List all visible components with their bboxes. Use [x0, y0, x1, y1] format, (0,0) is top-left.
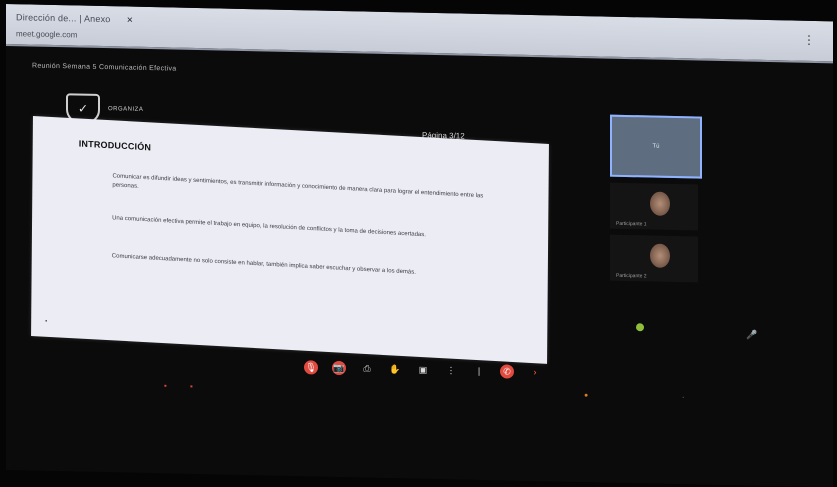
participants-panel: Tú Participante 1 Participante 2: [610, 114, 714, 283]
slide-corner-mark: •: [45, 318, 48, 325]
present-button[interactable]: ▣: [416, 363, 430, 377]
tab-row: Dirección de... | Anexo ✕: [16, 10, 133, 26]
browser-tab[interactable]: Dirección de... | Anexo: [16, 12, 111, 24]
browser-menu-icon[interactable]: ⋮: [803, 33, 815, 47]
left-indicator-icon: ▪: [190, 381, 193, 391]
raise-hand-button[interactable]: ✋: [388, 362, 402, 376]
left-indicator-icon: ▪: [164, 381, 167, 391]
participant-video: [650, 191, 670, 216]
toolbar-divider: |: [477, 365, 481, 376]
more-options-button[interactable]: ⋮: [444, 363, 458, 377]
camera-toggle-button[interactable]: 📷: [332, 360, 346, 376]
end-call-button[interactable]: ✆: [500, 364, 514, 379]
logo-glyph: ✓: [77, 101, 89, 116]
meeting-title: Reunión Semana 5 Comunicación Efectiva: [32, 62, 177, 73]
captions-button[interactable]: ⎙: [360, 361, 374, 375]
participant-tile[interactable]: Participante 2: [610, 234, 698, 283]
self-view-tile[interactable]: Tú: [610, 114, 702, 179]
mic-toggle-button[interactable]: 🎙: [304, 360, 318, 375]
mic-status-icon: 🎤: [746, 329, 758, 340]
slide-paragraph: Comunicarse adecuadamente no solo consis…: [111, 253, 416, 276]
participant-video: [650, 243, 670, 268]
url-text[interactable]: meet.google.com: [16, 29, 77, 39]
close-tab-icon[interactable]: ✕: [127, 15, 134, 24]
slide-title: INTRODUCCIÓN: [78, 138, 152, 153]
recording-indicator-icon: ●: [584, 392, 589, 400]
participant-name: Participante 1: [616, 220, 647, 228]
info-dot-icon: ·: [682, 394, 685, 402]
slide-paragraph: Una comunicación efectiva permite el tra…: [112, 215, 426, 239]
logo-text: ORGANIZA: [108, 106, 144, 113]
monitor-screen: Dirección de... | Anexo ✕ meet.google.co…: [6, 4, 833, 487]
status-indicator-icon: [636, 323, 644, 332]
participant-tile[interactable]: Participante 1: [610, 182, 698, 231]
chevron-right-icon[interactable]: ›: [528, 365, 542, 379]
address-bar[interactable]: meet.google.com: [16, 26, 77, 41]
self-label: Tú: [652, 143, 660, 150]
browser-bar: Dirección de... | Anexo ✕ meet.google.co…: [6, 4, 833, 64]
shared-slide: INTRODUCCIÓN Comunicar es difundir ideas…: [31, 116, 549, 364]
participant-name: Participante 2: [616, 272, 647, 280]
slide-paragraph: Comunicar es difundir ideas y sentimient…: [112, 173, 484, 200]
call-toolbar: 🎙 📷 ⎙ ✋ ▣ ⋮ | ✆ ›: [304, 358, 542, 381]
